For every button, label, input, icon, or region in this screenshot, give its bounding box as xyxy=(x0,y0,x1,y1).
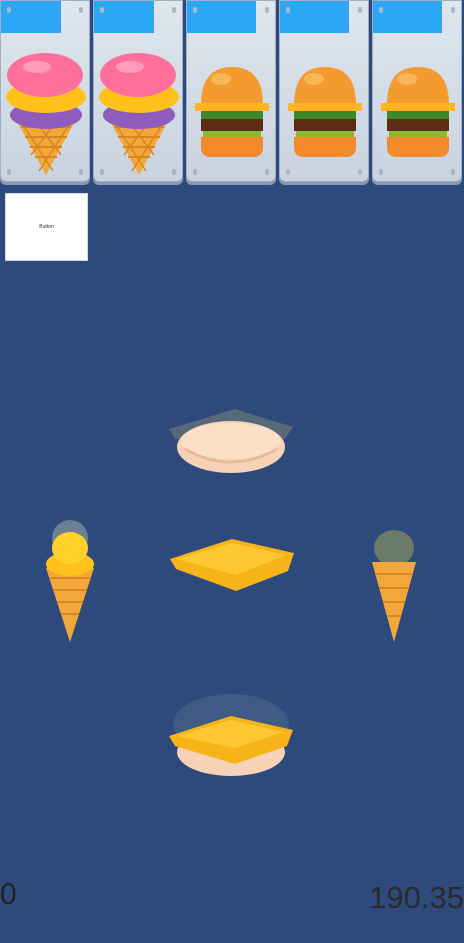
bun-top-station[interactable] xyxy=(165,405,297,477)
burger-icon xyxy=(381,67,455,157)
order-timer-bar xyxy=(187,1,256,33)
money-display: 190.35 xyxy=(369,880,464,915)
score-display: 0 xyxy=(0,878,17,911)
order-card[interactable] xyxy=(372,0,462,182)
ice-cream-cone-icon xyxy=(99,53,179,175)
order-card[interactable] xyxy=(93,0,183,182)
ice-cream-cone-icon xyxy=(6,53,86,175)
assembled-burger-station[interactable] xyxy=(165,692,297,780)
scoop-cone-station[interactable] xyxy=(40,516,100,646)
order-card[interactable] xyxy=(279,0,369,182)
order-timer-bar xyxy=(1,1,61,33)
debug-button-label: Button xyxy=(39,224,54,230)
burger-icon xyxy=(288,67,362,157)
order-timer-bar xyxy=(373,1,442,33)
empty-cone-station[interactable] xyxy=(368,528,422,646)
order-timer-bar xyxy=(94,1,154,33)
order-card[interactable] xyxy=(0,0,90,182)
order-bar xyxy=(0,0,464,188)
order-card[interactable] xyxy=(186,0,276,182)
debug-button[interactable]: Button xyxy=(5,193,88,261)
order-timer-bar xyxy=(280,1,349,33)
burger-icon xyxy=(195,67,269,157)
cheese-slice-station[interactable] xyxy=(166,535,298,597)
